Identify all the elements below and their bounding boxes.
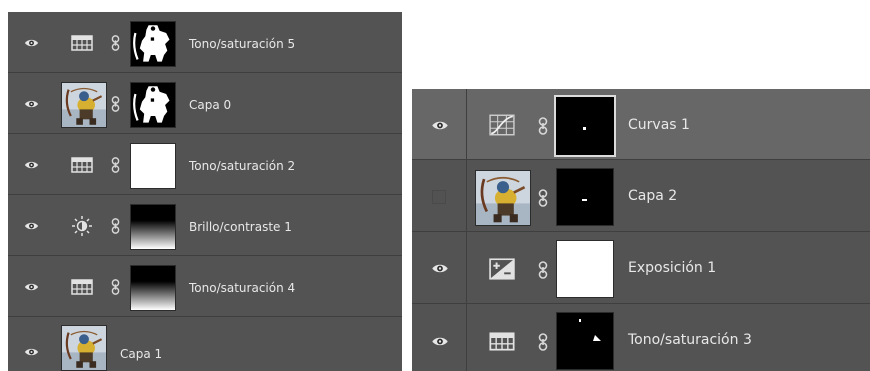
black-mask-shapes [557,313,613,369]
layer-row[interactable]: Tono/saturación 2 [8,134,402,195]
eye-icon[interactable] [431,120,449,131]
layer-name: Exposición 1 [628,260,717,276]
eye-icon[interactable] [24,160,39,170]
eye-icon[interactable] [24,221,39,231]
layers-panel-right: Curvas 1 Capa 2 Exposición 1 Tono/satura… [412,89,870,371]
layer-name: Capa 0 [189,98,232,112]
layer-mask-thumbnail[interactable] [130,143,176,189]
gradient-mask [131,205,175,249]
layer-mask-thumbnail[interactable] [556,240,614,298]
character-image [476,171,530,225]
layer-name: Tono/saturación 3 [628,332,752,348]
character-silhouette-mask [131,22,175,66]
layer-row[interactable]: Tono/saturación 3 [412,304,870,371]
eye-icon[interactable] [431,336,449,347]
hue-saturation-icon [71,278,93,296]
layer-row[interactable]: Exposición 1 [412,232,870,304]
layer-row[interactable]: Capa 2 [412,160,870,232]
layer-name: Tono/saturación 4 [189,281,296,295]
layer-row[interactable]: Tono/saturación 4 [8,256,402,317]
character-image [62,83,106,127]
link-icon[interactable] [538,117,548,135]
layer-row[interactable]: Tono/saturación 5 [8,12,402,73]
layer-mask-thumbnail[interactable] [130,82,176,128]
layers-panel-left: Tono/saturación 5 Capa 0 Tono/saturación… [8,12,402,371]
link-icon[interactable] [111,96,120,112]
exposure-icon [489,258,515,280]
layer-mask-thumbnail[interactable] [556,168,614,226]
eye-icon[interactable] [431,263,449,274]
layer-name: Capa 1 [120,347,163,361]
eye-icon[interactable] [24,282,39,292]
layer-row[interactable]: Brillo/contraste 1 [8,195,402,256]
link-icon[interactable] [111,157,120,173]
link-icon[interactable] [538,261,548,279]
layer-name: Curvas 1 [628,117,690,133]
layer-mask-thumbnail[interactable] [130,21,176,67]
link-icon[interactable] [111,279,120,295]
eye-icon[interactable] [24,38,39,48]
character-silhouette-mask [131,83,175,127]
layer-row-selected[interactable]: Curvas 1 [412,89,870,160]
brightness-contrast-icon [71,215,93,237]
layer-mask-thumbnail[interactable] [556,312,614,370]
layer-thumbnail[interactable] [475,170,531,226]
hue-saturation-icon [71,156,93,174]
link-icon[interactable] [111,35,120,51]
link-icon[interactable] [111,218,120,234]
gradient-mask [131,266,175,310]
layer-name: Brillo/contraste 1 [189,220,292,234]
hue-saturation-icon [71,34,93,52]
eye-icon[interactable] [24,347,39,357]
eye-icon[interactable] [24,99,39,109]
curves-icon [489,114,515,136]
layer-thumbnail[interactable] [61,82,107,128]
layer-mask-thumbnail[interactable] [554,95,616,157]
black-mask-dot [556,97,614,155]
layer-row[interactable]: Capa 0 [8,73,402,134]
visibility-toggle-off[interactable] [432,190,446,204]
character-image [62,326,106,370]
layer-name: Tono/saturación 5 [189,37,296,51]
black-mask-dash [557,169,613,225]
layer-thumbnail[interactable] [61,325,107,371]
link-icon[interactable] [538,189,548,207]
hue-saturation-icon [489,331,515,352]
layer-mask-thumbnail[interactable] [130,204,176,250]
link-icon[interactable] [538,333,548,351]
layer-row[interactable]: Capa 1 [8,317,402,371]
layer-mask-thumbnail[interactable] [130,265,176,311]
layer-name: Capa 2 [628,188,678,204]
layer-name: Tono/saturación 2 [189,159,296,173]
